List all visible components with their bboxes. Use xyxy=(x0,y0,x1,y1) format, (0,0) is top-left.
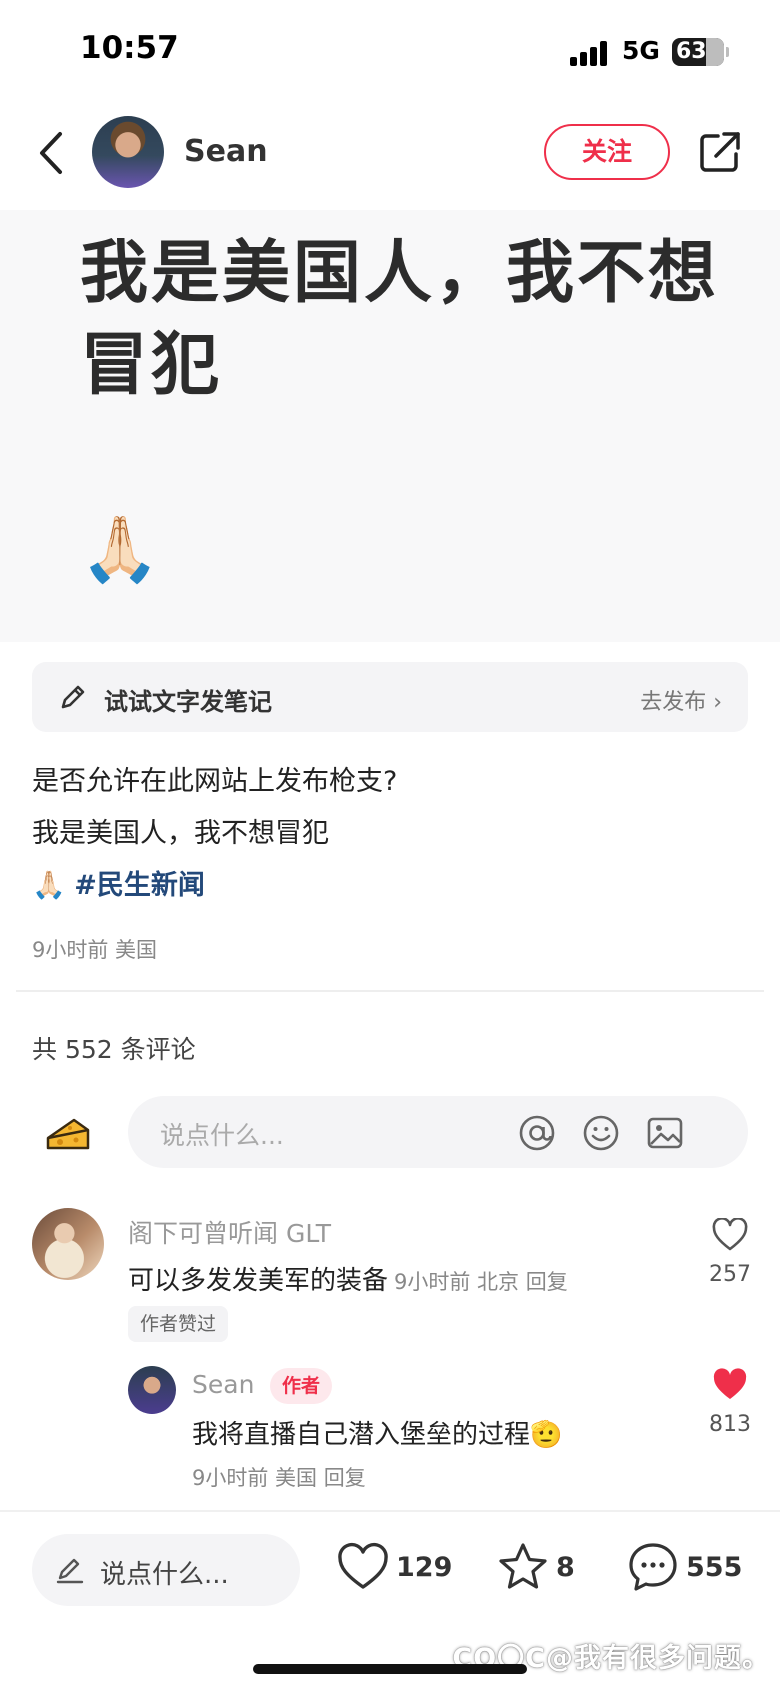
heart-icon xyxy=(338,1542,388,1589)
battery-nub xyxy=(726,47,729,57)
signal-icon xyxy=(570,40,610,66)
back-icon[interactable] xyxy=(34,128,70,178)
comment-button[interactable]: 555 xyxy=(626,1540,756,1596)
author-avatar[interactable] xyxy=(92,116,164,188)
bottom-action-bar: 说点什么... 129 8 555 CO〇C@我有很多问题。 xyxy=(0,1510,780,1688)
commenter-avatar[interactable] xyxy=(32,1208,104,1280)
home-indicator xyxy=(253,1664,527,1674)
emoji-icon[interactable] xyxy=(582,1114,620,1152)
reply-avatar[interactable] xyxy=(128,1366,176,1414)
comment-like-count: 257 xyxy=(709,1262,751,1287)
reply-text: 我将直播自己潜入堡垒的过程🫡 xyxy=(192,1420,563,1450)
collect-button[interactable]: 8 xyxy=(496,1540,596,1596)
comment-count: 共 552 条评论 xyxy=(32,1035,196,1064)
comment-username[interactable]: 阁下可曾听闻 GLT xyxy=(128,1214,331,1250)
follow-button[interactable]: 关注 xyxy=(544,124,670,180)
hero-text: 我是美国人，我不想冒犯 xyxy=(80,234,720,405)
bottom-comment-input[interactable]: 说点什么... xyxy=(32,1534,300,1606)
publish-link[interactable]: 去发布 › xyxy=(640,684,722,716)
author-tag: 作者 xyxy=(270,1368,333,1404)
image-icon[interactable] xyxy=(646,1114,684,1152)
network-label: 5G xyxy=(622,36,660,65)
post-image-card[interactable]: 我是美国人，我不想冒犯 🙏🏻 xyxy=(0,210,780,642)
battery-level: 63 xyxy=(676,39,707,64)
cheese-icon xyxy=(46,1118,90,1150)
status-time: 10:57 xyxy=(80,30,179,66)
post-body: 是否允许在此网站上发布枪支? 我是美国人，我不想冒犯 🙏🏻 #民生新闻 xyxy=(32,756,748,912)
hero-emoji: 🙏🏻 xyxy=(80,513,160,587)
divider xyxy=(16,990,764,992)
post-emoji: 🙏🏻 xyxy=(32,870,66,901)
try-text-note-bar[interactable]: 试试文字发笔记 去发布 › xyxy=(32,662,748,732)
try-note-label: 试试文字发笔记 xyxy=(104,688,272,716)
status-bar: 10:57 5G 63 xyxy=(0,0,780,100)
comment-meta[interactable]: 9小时前 北京 回复 xyxy=(394,1270,568,1294)
pencil-icon xyxy=(61,685,85,709)
bottom-input-label: 说点什么... xyxy=(100,1560,229,1590)
at-icon[interactable] xyxy=(518,1114,556,1152)
share-icon[interactable] xyxy=(696,128,744,176)
star-count: 8 xyxy=(556,1552,575,1583)
like-button[interactable]: 129 xyxy=(336,1540,456,1596)
heart-filled-icon[interactable] xyxy=(712,1368,748,1402)
comment-placeholder: 说点什么... xyxy=(160,1121,284,1150)
reply-username[interactable]: Sean xyxy=(192,1370,254,1399)
author-liked-badge: 作者赞过 xyxy=(128,1306,229,1342)
like-count: 129 xyxy=(396,1552,453,1583)
hashtag-link[interactable]: #民生新闻 xyxy=(74,870,205,901)
author-name[interactable]: Sean xyxy=(184,134,268,169)
comment-input[interactable]: 说点什么... xyxy=(128,1096,748,1168)
post-meta: 9小时前 美国 xyxy=(32,938,158,962)
post-line-1: 是否允许在此网站上发布枪支? xyxy=(32,766,398,797)
reply-meta[interactable]: 9小时前 美国 回复 xyxy=(192,1462,366,1492)
reply-like-count: 813 xyxy=(709,1412,751,1437)
post-line-2: 我是美国人，我不想冒犯 xyxy=(32,818,329,849)
post-line-3: 🙏🏻 #民生新闻 xyxy=(32,860,748,912)
chat-icon xyxy=(629,1543,677,1591)
pencil-icon xyxy=(56,1558,84,1584)
comment-text: 可以多发发美军的装备 9小时前 北京 回复 xyxy=(128,1260,568,1297)
comment-body: 可以多发发美军的装备 xyxy=(128,1266,389,1296)
comment-total: 555 xyxy=(686,1552,743,1583)
heart-icon[interactable] xyxy=(712,1218,748,1252)
battery-icon: 63 xyxy=(672,38,724,66)
post-header: Sean 关注 xyxy=(0,100,780,210)
star-icon xyxy=(499,1543,547,1589)
